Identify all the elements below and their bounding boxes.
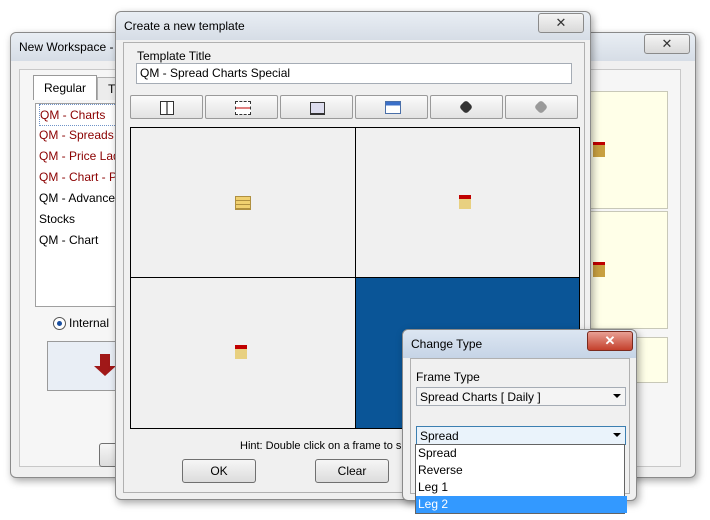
dropdown-option-reverse[interactable]: Reverse (416, 462, 627, 479)
ok-button-label: OK (210, 464, 228, 478)
chevron-down-icon (613, 394, 621, 398)
workspace-close-button[interactable]: ✕ (644, 34, 690, 54)
change-type-close-button[interactable]: ✕ (587, 331, 633, 351)
tab-regular[interactable]: Regular (33, 75, 97, 100)
frame-type-select[interactable]: Spread Charts [ Daily ] (416, 387, 626, 406)
type-select[interactable]: Spread (416, 426, 626, 445)
chart-type-icon (310, 102, 325, 115)
clear-icon (458, 99, 474, 115)
internal-radio-label: Internal (69, 316, 110, 330)
list-item[interactable]: Stocks (39, 209, 75, 229)
preview-panel-2 (586, 211, 668, 329)
dropdown-option-spread[interactable]: Spread (416, 445, 627, 462)
frame-top-left[interactable] (131, 128, 356, 278)
down-arrow-head-icon (94, 366, 116, 376)
frame-type-value: Spread Charts [ Daily ] (420, 390, 541, 404)
list-item[interactable]: QM - Advance (39, 188, 115, 208)
clear-disabled-button[interactable] (505, 95, 578, 119)
house-chart-icon (235, 345, 247, 359)
split-horizontal-button[interactable] (205, 95, 278, 119)
house-chart-icon (459, 195, 471, 209)
clear-button-label: Clear (337, 464, 367, 478)
clear-disabled-icon (533, 99, 549, 115)
ok-button[interactable]: OK (182, 459, 256, 483)
change-type-titlebar: Change Type ✕ (403, 330, 636, 358)
list-item[interactable]: QM - Price Lad (39, 146, 120, 166)
template-titlebar: Create a new template ✕ (116, 12, 590, 40)
list-item[interactable]: QM - Chart - P (39, 167, 117, 187)
dropdown-option-leg-2[interactable]: Leg 2 (416, 496, 627, 513)
house-chart-icon (593, 142, 605, 157)
template-close-button[interactable]: ✕ (538, 13, 584, 33)
hint-text: Hint: Double click on a frame to sp (240, 440, 408, 452)
frame-bottom-left[interactable] (131, 278, 356, 428)
split-horizontal-icon (235, 101, 251, 115)
frame-toolbar (130, 95, 580, 119)
tab-regular-label: Regular (43, 81, 87, 95)
clear-frame-button[interactable] (430, 95, 503, 119)
dropdown-option-leg-1[interactable]: Leg 1 (416, 479, 627, 496)
preview-panel-1 (586, 91, 668, 209)
internal-radio[interactable] (53, 317, 66, 330)
change-type-title: Change Type (411, 337, 483, 351)
template-title-label: Template Title (137, 49, 212, 63)
list-item[interactable]: QM - Chart (39, 230, 98, 250)
window-button[interactable] (355, 95, 428, 119)
type-select-value: Spread (420, 429, 459, 443)
frame-top-right[interactable] (356, 128, 579, 278)
template-list[interactable]: QM - Charts QM - Spreads QM - Price Lad … (35, 103, 127, 307)
house-chart-icon (593, 262, 605, 277)
split-vertical-icon (160, 101, 174, 115)
clear-button[interactable]: Clear (315, 459, 389, 483)
preview-thumbnail (47, 341, 119, 391)
frame-type-label: Frame Type (416, 370, 480, 384)
template-title-input[interactable]: QM - Spread Charts Special (136, 63, 572, 84)
split-vertical-button[interactable] (130, 95, 203, 119)
chart-type-button[interactable] (280, 95, 353, 119)
window-icon (385, 101, 401, 114)
template-dialog-title: Create a new template (124, 19, 245, 33)
workspace-title: New Workspace - (19, 40, 114, 54)
chevron-down-icon (613, 433, 621, 437)
list-item[interactable]: QM - Spreads (39, 125, 114, 145)
type-dropdown-list[interactable]: Spread Reverse Leg 1 Leg 2 (415, 444, 627, 514)
table-icon (235, 196, 251, 210)
radio-dot (57, 321, 62, 326)
list-item[interactable]: QM - Charts (39, 104, 121, 126)
